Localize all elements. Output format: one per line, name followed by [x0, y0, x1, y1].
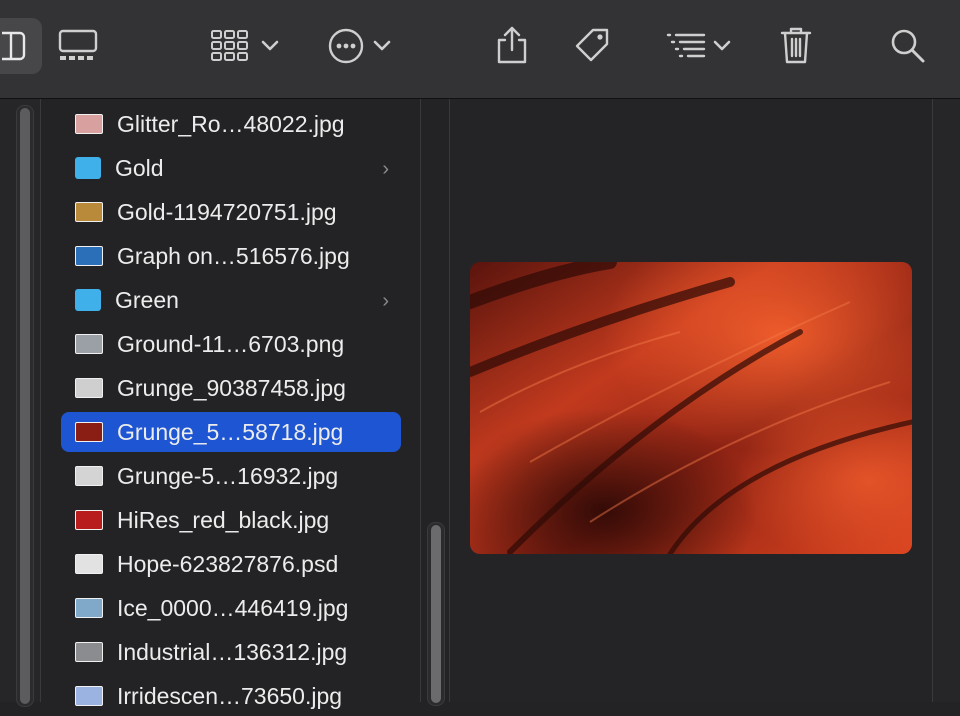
file-name: Gold-1194720751.jpg — [117, 198, 337, 225]
file-thumbnail-icon — [75, 378, 103, 398]
file-name: Industrial…136312.jpg — [117, 638, 348, 665]
list-icon — [666, 33, 706, 58]
parent-column-scrollbar[interactable] — [16, 105, 34, 707]
file-thumbnail-icon — [75, 598, 103, 618]
view-columns-button[interactable] — [0, 26, 30, 66]
file-item[interactable]: Grunge_90387458.jpg — [61, 368, 401, 408]
file-item[interactable]: Irridescen…73650.jpg — [61, 676, 401, 716]
share-icon — [497, 26, 527, 64]
preview-edge — [932, 99, 960, 702]
ellipsis-circle-icon — [328, 28, 364, 64]
file-item[interactable]: Gold-1194720751.jpg — [61, 192, 401, 232]
file-name: Grunge_90387458.jpg — [117, 374, 346, 401]
grid-icon — [211, 30, 248, 61]
columns-icon — [2, 31, 26, 61]
sort-button[interactable] — [656, 24, 740, 68]
action-button[interactable] — [322, 24, 396, 68]
file-name: Ground-11…6703.png — [117, 330, 345, 357]
file-thumbnail-icon — [75, 554, 103, 574]
file-list-column: Glitter_Ro…48022.jpg Gold › Gold-1194720751… — [41, 99, 420, 709]
chevron-down-icon — [373, 40, 391, 51]
file-name: Ice_0000…446419.jpg — [117, 594, 349, 621]
view-gallery-button[interactable] — [56, 26, 100, 66]
chevron-down-icon — [261, 40, 279, 51]
parent-column-scroll-thumb[interactable] — [20, 108, 30, 704]
share-button[interactable] — [492, 22, 532, 68]
tag-icon — [575, 28, 609, 62]
file-item[interactable]: HiRes_red_black.jpg — [61, 500, 401, 540]
file-thumbnail-icon — [75, 686, 103, 706]
file-name: Irridescen…73650.jpg — [117, 682, 343, 709]
file-item[interactable]: Industrial…136312.jpg — [61, 632, 401, 672]
file-list-scrollbar[interactable] — [427, 522, 445, 706]
trash-icon — [780, 27, 812, 64]
folder-item[interactable]: Green › — [61, 280, 401, 320]
file-thumbnail-icon — [75, 334, 103, 354]
tag-button[interactable] — [570, 22, 614, 68]
delete-button[interactable] — [776, 22, 816, 68]
search-icon — [891, 29, 925, 63]
group-button[interactable] — [204, 24, 284, 68]
file-thumbnail-icon — [75, 510, 103, 530]
file-item[interactable]: Hope-623827876.psd — [61, 544, 401, 584]
file-name: Gold — [115, 154, 164, 181]
file-thumbnail-icon — [75, 466, 103, 486]
file-item[interactable]: Ice_0000…446419.jpg — [61, 588, 401, 628]
file-list-scroll-thumb[interactable] — [431, 525, 441, 703]
file-name: Glitter_Ro…48022.jpg — [117, 110, 345, 137]
file-name: Grunge-5…16932.jpg — [117, 462, 339, 489]
file-thumbnail-icon — [75, 246, 103, 266]
search-button[interactable] — [886, 24, 930, 68]
file-item[interactable]: Glitter_Ro…48022.jpg — [61, 104, 401, 144]
file-name: Green — [115, 286, 179, 313]
folder-icon — [75, 157, 101, 179]
file-name: Grunge_5…58718.jpg — [117, 418, 344, 445]
chevron-right-icon: › — [382, 158, 389, 180]
chevron-right-icon: › — [382, 290, 389, 312]
grunge-texture-image — [470, 262, 912, 554]
file-thumbnail-icon — [75, 114, 103, 134]
file-item[interactable]: Grunge_5…58718.jpg — [61, 412, 401, 452]
file-name: Hope-623827876.psd — [117, 550, 339, 577]
folder-item[interactable]: Gold › — [61, 148, 401, 188]
folder-icon — [75, 289, 101, 311]
parent-column — [0, 99, 41, 707]
column-divider — [420, 99, 421, 702]
file-item[interactable]: Ground-11…6703.png — [61, 324, 401, 364]
file-name: Graph on…516576.jpg — [117, 242, 350, 269]
chevron-down-icon — [713, 40, 731, 51]
file-thumbnail-icon — [75, 422, 103, 442]
gallery-icon — [58, 29, 98, 60]
file-thumbnail-icon — [75, 202, 103, 222]
file-item[interactable]: Grunge-5…16932.jpg — [61, 456, 401, 496]
file-thumbnail-icon — [75, 642, 103, 662]
preview-image[interactable] — [470, 262, 912, 554]
toolbar — [0, 0, 960, 99]
file-item[interactable]: Graph on…516576.jpg — [61, 236, 401, 276]
file-name: HiRes_red_black.jpg — [117, 506, 330, 533]
